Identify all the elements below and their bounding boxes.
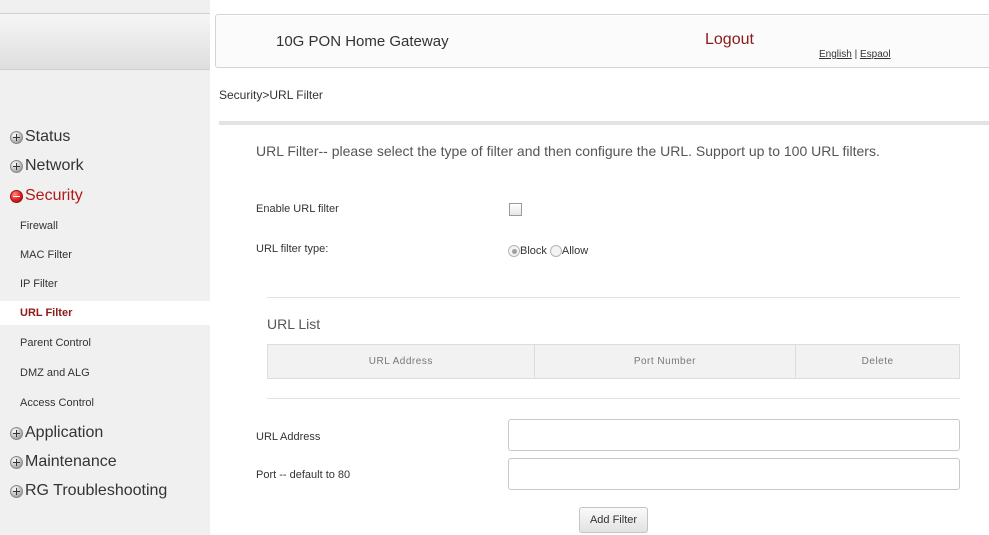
sidebar: Status Network Security Firewall MAC Fil… xyxy=(0,0,210,535)
lang-spanish-link[interactable]: Espaol xyxy=(860,49,891,60)
language-switcher: English | Espaol xyxy=(819,49,891,60)
block-radio-label: Block xyxy=(520,245,547,257)
nav-network-label: Network xyxy=(25,157,84,174)
enable-url-filter-label: Enable URL filter xyxy=(256,203,339,215)
url-address-column-header: URL Address xyxy=(267,344,535,379)
sidebar-item-firewall[interactable]: Firewall xyxy=(0,214,210,238)
page-description: URL Filter-- please select the type of f… xyxy=(256,143,880,159)
sidebar-item-label: Firewall xyxy=(20,220,58,232)
nav-rg-troubleshooting[interactable]: RG Troubleshooting xyxy=(10,480,167,502)
url-list-title: URL List xyxy=(267,316,321,332)
logout-link[interactable]: Logout xyxy=(705,31,754,49)
sidebar-item-label: IP Filter xyxy=(20,278,58,290)
sidebar-item-ip-filter[interactable]: IP Filter xyxy=(0,272,210,296)
url-list-table: URL Address Port Number Delete xyxy=(267,344,960,379)
sidebar-item-mac-filter[interactable]: MAC Filter xyxy=(0,243,210,267)
expand-icon xyxy=(10,455,23,469)
sidebar-item-parent-control[interactable]: Parent Control xyxy=(0,331,210,355)
delete-column-header: Delete xyxy=(795,344,960,379)
collapse-icon xyxy=(10,189,23,203)
nav-security[interactable]: Security xyxy=(10,185,83,207)
url-address-input[interactable] xyxy=(508,419,960,451)
sidebar-item-label: MAC Filter xyxy=(20,249,72,261)
expand-icon xyxy=(10,159,23,173)
sidebar-item-label: Access Control xyxy=(20,397,94,409)
port-label: Port -- default to 80 xyxy=(256,469,351,481)
section-divider xyxy=(267,297,960,298)
nav-maintenance-label: Maintenance xyxy=(25,453,117,470)
expand-icon xyxy=(10,426,23,440)
url-filter-type-label: URL filter type: xyxy=(256,243,329,255)
url-filter-type-group: Block Allow xyxy=(508,245,591,257)
port-number-column-header: Port Number xyxy=(533,344,797,379)
table-header-row: URL Address Port Number Delete xyxy=(267,344,960,379)
breadcrumb: Security>URL Filter xyxy=(219,88,323,102)
add-filter-button[interactable]: Add Filter xyxy=(579,507,648,533)
top-header: 10G PON Home Gateway Logout English | Es… xyxy=(215,14,989,68)
sidebar-item-label: URL Filter xyxy=(20,307,73,319)
nav-security-label: Security xyxy=(25,187,83,204)
sidebar-item-access-control[interactable]: Access Control xyxy=(0,391,210,415)
nav-rg-troubleshooting-label: RG Troubleshooting xyxy=(25,482,168,499)
nav-status[interactable]: Status xyxy=(10,126,70,148)
expand-icon xyxy=(10,130,23,144)
sidebar-item-label: Parent Control xyxy=(20,337,91,349)
sidebar-header xyxy=(0,13,210,70)
sidebar-item-dmz-and-alg[interactable]: DMZ and ALG xyxy=(0,361,210,385)
section-divider xyxy=(267,398,960,399)
lang-separator: | xyxy=(851,49,860,60)
block-radio[interactable] xyxy=(508,245,520,257)
nav-network[interactable]: Network xyxy=(10,155,84,177)
nav-application[interactable]: Application xyxy=(10,422,103,444)
expand-icon xyxy=(10,484,23,498)
lang-english-link[interactable]: English xyxy=(819,49,852,60)
sidebar-item-label: DMZ and ALG xyxy=(20,367,90,379)
allow-radio[interactable] xyxy=(549,245,562,257)
allow-radio-label: Allow xyxy=(561,245,589,257)
nav-status-label: Status xyxy=(25,128,71,145)
url-address-label: URL Address xyxy=(256,431,321,443)
nav-maintenance[interactable]: Maintenance xyxy=(10,451,117,473)
nav-application-label: Application xyxy=(25,424,104,441)
sidebar-item-url-filter[interactable]: URL Filter xyxy=(0,301,210,325)
enable-url-filter-checkbox[interactable] xyxy=(509,203,522,216)
content-divider xyxy=(219,121,989,125)
app-title: 10G PON Home Gateway xyxy=(276,33,449,50)
port-input[interactable] xyxy=(508,458,960,490)
